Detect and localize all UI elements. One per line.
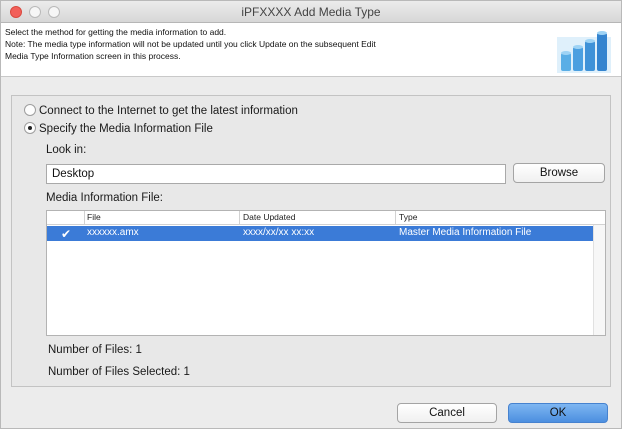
- checkmark-icon[interactable]: ✔: [61, 227, 71, 241]
- column-type[interactable]: Type: [399, 212, 417, 222]
- column-divider: [84, 211, 85, 225]
- radio-internet[interactable]: Connect to the Internet to get the lates…: [24, 104, 298, 117]
- column-divider: [239, 211, 240, 225]
- column-file[interactable]: File: [87, 212, 101, 222]
- row-type: Master Media Information File: [399, 227, 532, 238]
- radio-icon[interactable]: [24, 104, 36, 116]
- row-file: xxxxxx.amx: [87, 227, 139, 238]
- row-date: xxxx/xx/xx xx:xx: [243, 227, 315, 238]
- list-header: File Date Updated Type: [47, 211, 605, 225]
- table-row[interactable]: ✔ xxxxxx.amx xxxx/xx/xx xx:xx Master Med…: [47, 226, 593, 241]
- look-in-label: Look in:: [46, 144, 87, 156]
- radio-internet-label: Connect to the Internet to get the lates…: [39, 105, 298, 117]
- column-date-updated[interactable]: Date Updated: [243, 212, 295, 222]
- cancel-button[interactable]: Cancel: [397, 403, 497, 423]
- window-title: iPFXXXX Add Media Type: [241, 5, 381, 19]
- instruction-text: Select the method for getting the media …: [5, 26, 535, 62]
- instruction-header: Select the method for getting the media …: [1, 23, 621, 77]
- list-scrollbar[interactable]: [593, 225, 605, 335]
- radio-icon[interactable]: [24, 122, 36, 134]
- instruction-line-1: Select the method for getting the media …: [5, 27, 227, 37]
- media-file-label: Media Information File:: [46, 192, 163, 204]
- instruction-line-3: Media Type Information screen in this pr…: [5, 51, 181, 61]
- look-in-field[interactable]: Desktop: [46, 164, 506, 184]
- radio-specify-file[interactable]: Specify the Media Information File: [24, 122, 213, 135]
- browse-button[interactable]: Browse: [513, 163, 605, 183]
- media-file-list[interactable]: File Date Updated Type ✔ xxxxxx.amx xxxx…: [46, 210, 606, 336]
- ok-button[interactable]: OK: [508, 403, 608, 423]
- instruction-line-2: Note: The media type information will no…: [5, 39, 376, 49]
- number-of-files: Number of Files: 1: [48, 344, 142, 356]
- title-bar: iPFXXXX Add Media Type: [1, 1, 621, 23]
- number-of-files-selected: Number of Files Selected: 1: [48, 366, 190, 378]
- add-media-type-window: iPFXXXX Add Media Type Select the method…: [0, 0, 622, 429]
- options-panel: Connect to the Internet to get the lates…: [11, 95, 611, 387]
- media-rolls-icon: [557, 31, 611, 73]
- radio-specify-file-label: Specify the Media Information File: [39, 123, 213, 135]
- column-divider: [395, 211, 396, 225]
